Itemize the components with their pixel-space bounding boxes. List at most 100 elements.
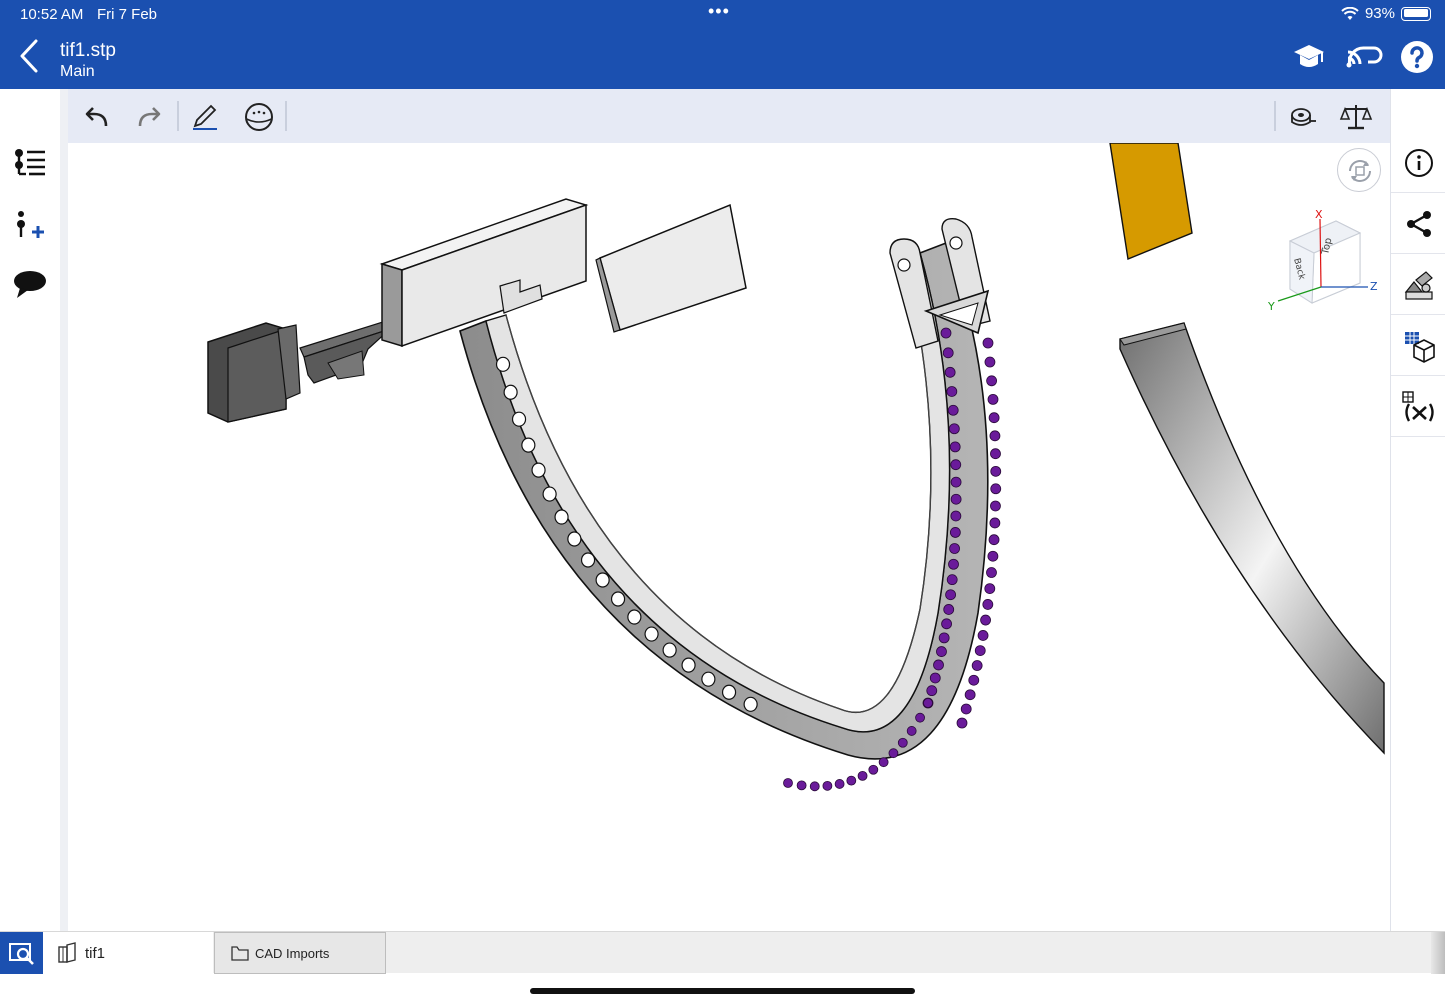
gemstone — [987, 550, 999, 562]
grey-ribbon-part[interactable] — [1119, 322, 1385, 755]
gemstone — [906, 726, 917, 736]
gemstone — [945, 589, 956, 601]
gemstone — [923, 698, 933, 708]
back-chevron-icon[interactable] — [14, 38, 44, 74]
folder-icon — [231, 945, 249, 961]
gemstone — [946, 574, 958, 586]
gemstone — [926, 685, 938, 697]
graduation-cap-icon[interactable] — [1292, 40, 1326, 74]
view-cube[interactable]: Back Top X Y Z — [1264, 207, 1388, 317]
rotate-view-button[interactable] — [1337, 148, 1381, 192]
home-indicator[interactable] — [530, 988, 915, 994]
gemstone — [948, 423, 960, 435]
toolbar-separator — [177, 101, 179, 131]
gemstone — [982, 599, 994, 610]
axis-z-label: Z — [1370, 280, 1378, 293]
band-hole — [495, 356, 511, 372]
gemstone — [986, 567, 997, 578]
gemstone — [915, 712, 925, 723]
model-scene[interactable] — [68, 143, 1390, 931]
bom-table-button[interactable] — [1391, 316, 1445, 376]
feature-tree-icon[interactable] — [12, 145, 48, 181]
gemstone — [990, 483, 1002, 495]
multitasking-dots[interactable]: ••• — [708, 1, 730, 22]
gemstone — [941, 618, 952, 630]
band-hole — [681, 657, 696, 673]
battery-percent: 93% — [1364, 5, 1395, 22]
gemstone — [984, 583, 996, 594]
workspace-name: Main — [60, 63, 95, 80]
search-tabs-button[interactable] — [0, 932, 43, 974]
rotate-view-icon — [1349, 160, 1371, 182]
gemstone — [980, 614, 991, 626]
share-button[interactable] — [1391, 194, 1445, 254]
gemstone — [929, 672, 941, 684]
document-title: tif1.stp — [60, 40, 116, 61]
help-icon[interactable] — [1400, 40, 1434, 74]
tab-cad-imports[interactable]: CAD Imports — [214, 932, 386, 974]
onshape-app: 10:52 AM Fri 7 Feb ••• 93% tif1.stp Main — [0, 0, 1445, 1004]
info-button[interactable] — [1391, 133, 1445, 193]
gemstone — [796, 780, 807, 791]
gemstone — [988, 534, 1000, 546]
wifi-icon — [1341, 6, 1359, 20]
display-style-icon[interactable] — [242, 100, 276, 134]
gemstone — [948, 558, 959, 570]
add-instance-icon[interactable] — [12, 207, 48, 243]
variables-icon — [1401, 390, 1434, 422]
gemstone — [950, 476, 962, 488]
connect-cloud-icon[interactable] — [1344, 40, 1384, 74]
band-hole — [627, 609, 642, 625]
band-hole — [721, 684, 737, 700]
gemstone — [940, 327, 952, 339]
band-hole — [503, 384, 518, 400]
band-hole — [644, 626, 659, 642]
gemstone — [949, 543, 960, 554]
gemstone — [888, 748, 899, 759]
sketch-pencil-icon[interactable] — [188, 100, 222, 134]
tab-label: tif1 — [85, 944, 106, 962]
gemstone — [989, 517, 1001, 529]
gemstone — [809, 781, 820, 792]
undo-icon[interactable] — [80, 100, 114, 134]
gemstone — [897, 737, 908, 748]
gemstone — [946, 386, 958, 397]
info-icon — [1404, 148, 1433, 177]
gemstone — [878, 757, 889, 768]
clasp-plate-part[interactable] — [595, 203, 747, 333]
gemstone — [834, 779, 845, 789]
gemstone — [968, 674, 980, 686]
gemstone — [846, 775, 857, 786]
band-hole — [662, 642, 677, 658]
mass-properties-icon[interactable] — [1339, 100, 1373, 134]
gemstone — [990, 448, 1001, 460]
variables-button[interactable] — [1391, 377, 1445, 437]
clasp-connector-part[interactable] — [207, 320, 391, 423]
toolbar-separator — [1274, 101, 1276, 131]
left-rail-divider — [60, 89, 68, 931]
gemstone — [984, 356, 996, 368]
gemstone — [989, 430, 1001, 442]
gemstone — [950, 459, 962, 471]
comments-icon[interactable] — [12, 266, 48, 302]
axis-y-label: Y — [1267, 300, 1275, 313]
gemstone — [947, 404, 959, 416]
gemstone — [960, 703, 972, 715]
status-indicators: 93% — [1341, 5, 1431, 22]
measure-tape-icon[interactable] — [1285, 100, 1319, 134]
gold-plate-part[interactable] — [1109, 143, 1193, 260]
band-hole — [701, 671, 716, 687]
3d-viewport[interactable]: Back Top X Y Z — [68, 143, 1390, 931]
redo-icon[interactable] — [132, 100, 166, 134]
appearance-button[interactable] — [1391, 255, 1445, 315]
search-tabs-icon — [9, 943, 34, 965]
gemstone — [949, 441, 961, 453]
gemstone — [822, 780, 833, 791]
right-rail — [1390, 89, 1445, 931]
tab-tif1[interactable]: tif1 — [43, 932, 213, 974]
toolbar-separator — [285, 101, 287, 131]
band-hole — [531, 462, 546, 478]
main-toolbar — [68, 89, 1390, 143]
appearance-icon — [1404, 270, 1433, 300]
gemstone — [988, 412, 1000, 424]
